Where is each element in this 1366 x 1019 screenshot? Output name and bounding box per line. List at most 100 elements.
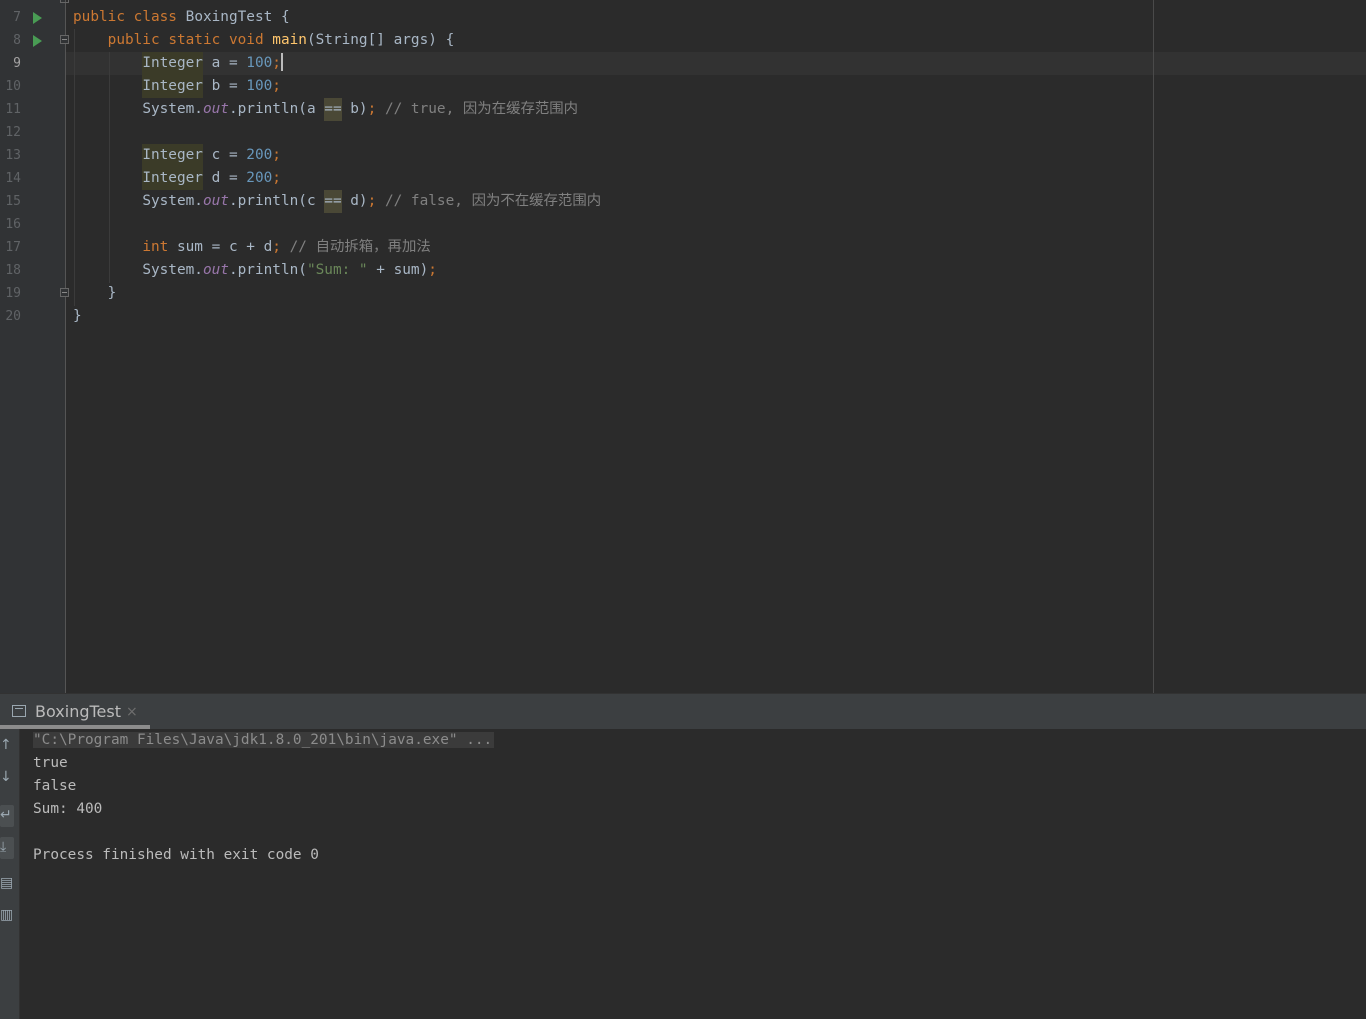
keyword: public bbox=[107, 32, 160, 48]
code-line-19[interactable]: } bbox=[73, 282, 117, 305]
static-field: out bbox=[202, 193, 229, 209]
gutter-line: 17 bbox=[0, 236, 65, 259]
code-text: .println(c bbox=[228, 193, 325, 209]
string-literal: "Sum: " bbox=[306, 262, 368, 278]
run-tab-bar: BoxingTest × bbox=[0, 693, 1366, 729]
line-number: 18 bbox=[5, 263, 21, 278]
line-number: 19 bbox=[5, 286, 21, 301]
console-output[interactable]: "C:\Program Files\Java\jdk1.8.0_201\bin\… bbox=[33, 729, 495, 867]
code-text: System. bbox=[142, 262, 203, 278]
code-line-13[interactable]: Integer c = 200; bbox=[73, 144, 281, 167]
console-icon bbox=[12, 705, 26, 717]
code-editor[interactable]: 7 8 9 10 11 12 13 14 15 16 17 18 19 20 p… bbox=[0, 0, 1366, 693]
gutter-line: 15 bbox=[0, 190, 65, 213]
up-arrow-icon[interactable]: ↑ bbox=[0, 737, 18, 753]
fold-method-icon[interactable] bbox=[60, 35, 69, 44]
static-field: out bbox=[202, 101, 229, 117]
semicolon: ; bbox=[428, 262, 437, 278]
gutter-line: 16 bbox=[0, 213, 65, 236]
keyword: public bbox=[73, 9, 125, 25]
line-number: 16 bbox=[5, 217, 21, 232]
code-text: b = bbox=[202, 78, 247, 94]
comment: // false, 因为不在缓存范围内 bbox=[376, 193, 602, 209]
print-icon[interactable]: ▤ bbox=[0, 875, 18, 891]
semicolon: ; bbox=[272, 239, 281, 255]
scroll-to-end-icon[interactable]: ⤓ bbox=[0, 839, 18, 855]
code-line-9[interactable]: Integer a = 100; bbox=[73, 52, 283, 75]
code-line-7[interactable]: public class BoxingTest { bbox=[73, 6, 290, 29]
code-line-11[interactable]: System.out.println(a == b); // true, 因为在… bbox=[73, 98, 578, 121]
line-number: 7 bbox=[13, 10, 21, 25]
right-margin-guide bbox=[1153, 0, 1154, 693]
gutter-line: 9 bbox=[0, 52, 65, 75]
keyword: static bbox=[168, 32, 221, 48]
line-number: 20 bbox=[5, 309, 21, 324]
class-name: BoxingTest bbox=[185, 9, 273, 25]
soft-wrap-icon[interactable]: ↵ bbox=[0, 807, 18, 823]
static-field: out bbox=[202, 262, 229, 278]
code-text: System. bbox=[142, 101, 203, 117]
gutter-line: 20 bbox=[0, 305, 65, 328]
run-toolbar: ↑ ↓ ↵ ⤓ ▤ ▥ bbox=[0, 729, 20, 1019]
type-highlight: Integer bbox=[142, 52, 203, 75]
code-line-20[interactable]: } bbox=[73, 305, 82, 328]
run-class-icon[interactable] bbox=[33, 12, 42, 24]
semicolon: ; bbox=[272, 78, 281, 94]
console-command[interactable]: "C:\Program Files\Java\jdk1.8.0_201\bin\… bbox=[33, 732, 495, 748]
closing-brace: } bbox=[107, 285, 117, 301]
number-literal: 100 bbox=[246, 55, 273, 71]
gutter-line: 14 bbox=[0, 167, 65, 190]
code-text: c = bbox=[202, 147, 247, 163]
code-line-8[interactable]: public static void main(String[] args) { bbox=[73, 29, 455, 52]
gutter-line: 12 bbox=[0, 121, 65, 144]
semicolon: ; bbox=[272, 170, 281, 186]
fold-end-icon[interactable] bbox=[60, 0, 69, 3]
keyword: class bbox=[133, 9, 177, 25]
code-line-18[interactable]: System.out.println("Sum: " + sum); bbox=[73, 259, 437, 282]
gutter-line: 13 bbox=[0, 144, 65, 167]
code-text: .println(a bbox=[228, 101, 325, 117]
line-number: 15 bbox=[5, 194, 21, 209]
code-text: .println( bbox=[228, 262, 307, 278]
line-number: 11 bbox=[5, 102, 21, 117]
code-text: d = bbox=[202, 170, 247, 186]
type-highlight: Integer bbox=[142, 167, 203, 190]
line-number: 12 bbox=[5, 125, 21, 140]
code-line-10[interactable]: Integer b = 100; bbox=[73, 75, 281, 98]
console-line: false bbox=[33, 778, 77, 794]
code-text: + sum) bbox=[367, 262, 429, 278]
brace: { bbox=[280, 9, 290, 25]
code-text: (String[] args) { bbox=[306, 32, 455, 48]
comment: // true, 因为在缓存范围内 bbox=[376, 101, 579, 117]
line-number: 9 bbox=[13, 56, 21, 71]
code-line-15[interactable]: System.out.println(c == d); // false, 因为… bbox=[73, 190, 601, 213]
code-line-17[interactable]: int sum = c + d; // 自动拆箱，再加法 bbox=[73, 236, 431, 259]
run-tab[interactable]: BoxingTest × bbox=[0, 694, 150, 730]
type-highlight: Integer bbox=[142, 144, 203, 167]
semicolon: ; bbox=[367, 101, 377, 117]
gutter-separator bbox=[65, 0, 66, 693]
trash-icon[interactable]: ▥ bbox=[0, 907, 18, 923]
number-literal: 200 bbox=[246, 170, 273, 186]
console-line: Sum: 400 bbox=[33, 801, 103, 817]
semicolon: ; bbox=[272, 55, 281, 71]
gutter-line: 18 bbox=[0, 259, 65, 282]
console-line: Process finished with exit code 0 bbox=[33, 847, 319, 863]
gutter-line: 7 bbox=[0, 6, 65, 29]
line-number: 13 bbox=[5, 148, 21, 163]
run-main-icon[interactable] bbox=[33, 35, 42, 47]
run-tool-window: BoxingTest × ↑ ↓ ↵ ⤓ ▤ ▥ "C:\Program Fil… bbox=[0, 693, 1366, 1019]
gutter-line: 19 bbox=[0, 282, 69, 305]
keyword: int bbox=[142, 239, 169, 255]
code-line-14[interactable]: Integer d = 200; bbox=[73, 167, 281, 190]
down-arrow-icon[interactable]: ↓ bbox=[0, 769, 18, 785]
text-caret bbox=[280, 52, 283, 71]
code-text: a = bbox=[202, 55, 247, 71]
line-number: 8 bbox=[13, 33, 21, 48]
code-text: d) bbox=[341, 193, 368, 209]
fold-end-icon[interactable] bbox=[60, 288, 69, 297]
code-text: b) bbox=[341, 101, 368, 117]
comment: // 自动拆箱，再加法 bbox=[280, 239, 431, 255]
type-highlight: Integer bbox=[142, 75, 203, 98]
